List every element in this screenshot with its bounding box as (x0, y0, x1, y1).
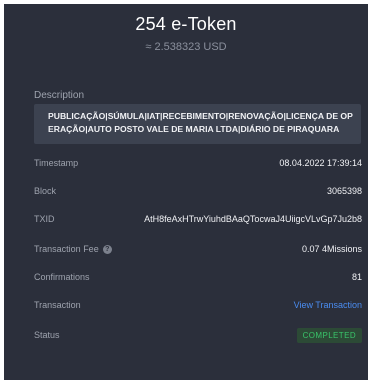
confirmations-row: Confirmations 81 (34, 267, 362, 287)
confirmations-value: 81 (351, 272, 362, 282)
timestamp-value: 08.04.2022 17:39:14 (279, 158, 362, 168)
transaction-fee-label-group: Transaction Fee ? (34, 244, 112, 254)
txid-row: TXID AtH8feAxHTrwYiuhdBAaQTocwaJ4UiigcVL… (34, 209, 362, 229)
transaction-row: Transaction View Transaction (34, 295, 362, 315)
transaction-fee-label: Transaction Fee (34, 244, 99, 254)
timestamp-row: Timestamp 08.04.2022 17:39:14 (34, 153, 362, 173)
description-label: Description (34, 90, 85, 101)
status-label: Status (34, 330, 60, 340)
usd-equivalent: ≈ 2.538323 USD (145, 41, 227, 53)
view-transaction-link[interactable]: View Transaction (294, 300, 362, 310)
block-row: Block 3065398 (34, 181, 362, 201)
status-row: Status COMPLETED (34, 325, 362, 345)
txid-value: AtH8feAxHTrwYiuhdBAaQTocwaJ4UiigcVLvGp7J… (144, 214, 362, 224)
status-badge: COMPLETED (296, 327, 362, 343)
txid-label: TXID (34, 214, 55, 224)
description-text: PUBLICAÇÃO|SÚMULA|IAT|RECEBIMENTO|RENOVA… (34, 104, 361, 144)
transaction-details-panel: 254 e-Token ≈ 2.538323 USD Description P… (4, 4, 368, 380)
transaction-fee-value: 0.07 4Missions (301, 244, 362, 254)
transaction-fee-row: Transaction Fee ? 0.07 4Missions (34, 239, 362, 259)
block-value: 3065398 (326, 186, 362, 196)
question-icon[interactable]: ? (102, 244, 112, 254)
transaction-label: Transaction (34, 300, 81, 310)
confirmations-label: Confirmations (34, 272, 90, 282)
token-amount: 254 e-Token (135, 14, 237, 34)
timestamp-label: Timestamp (34, 158, 79, 168)
block-label: Block (34, 186, 57, 196)
